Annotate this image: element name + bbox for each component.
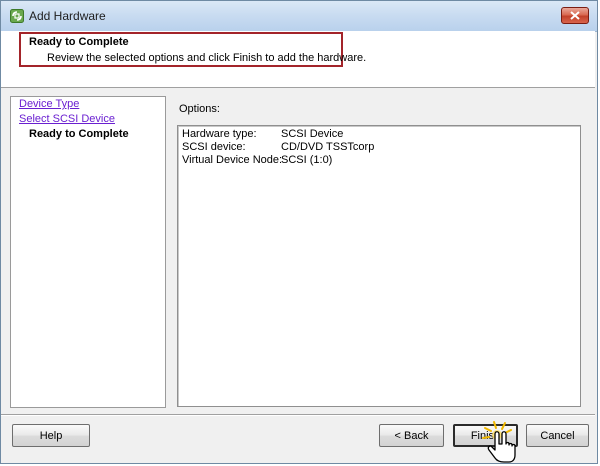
option-key: SCSI device: [182,141,246,153]
wizard-steps-panel [10,96,166,408]
close-icon [570,11,580,20]
vsphere-app-icon [10,9,24,23]
help-button[interactable]: Help [12,424,90,447]
back-button[interactable]: < Back [379,424,444,447]
hand-pointer-click-icon [482,421,516,463]
cancel-button[interactable]: Cancel [526,424,589,447]
window-title: Add Hardware [29,9,106,23]
step-ready-to-complete: Ready to Complete [29,128,129,140]
step-device-type[interactable]: Device Type [19,98,79,110]
header-title: Ready to Complete [29,36,129,48]
title-bar[interactable]: Add Hardware [1,1,597,32]
option-value: SCSI (1:0) [281,154,333,166]
options-label: Options: [179,103,220,115]
header-subtitle: Review the selected options and click Fi… [47,52,367,64]
option-key: Virtual Device Node: [182,154,283,166]
option-value: SCSI Device [281,128,344,140]
option-key: Hardware type: [182,128,257,140]
footer-divider-highlight [1,415,595,416]
step-select-scsi-device[interactable]: Select SCSI Device [19,113,115,125]
options-summary-box[interactable]: Hardware type: SCSI Device SCSI device: … [177,125,581,407]
option-value: CD/DVD TSSTcorp [281,141,375,153]
close-button[interactable] [561,7,589,24]
